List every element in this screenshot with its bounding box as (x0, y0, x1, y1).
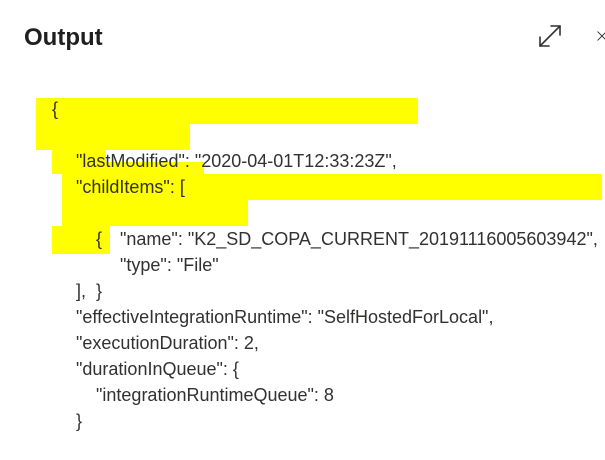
highlight-mark (36, 98, 418, 124)
json-line-text: ], (76, 281, 87, 301)
json-line: "type": "File" (22, 200, 605, 275)
json-line-text: "effectiveIntegrationRuntime": "SelfHost… (76, 307, 494, 327)
json-line-text: "executionDuration": 2, (76, 333, 259, 353)
json-line-text: "integrationRuntimeQueue": 8 (96, 385, 334, 405)
json-line: "lastModified": "2020-04-01T12:33:23Z", (22, 96, 605, 171)
panel-title: Output (24, 24, 103, 51)
json-line: "effectiveIntegrationRuntime": "SelfHost… (22, 278, 605, 327)
highlight-mark (62, 200, 248, 226)
json-line-text: "type": "File" (120, 255, 219, 275)
json-line-text: { (52, 99, 59, 119)
json-line: "childItems": [ (22, 122, 605, 197)
json-line-text: "childItems": [ (76, 177, 185, 197)
close-icon (597, 31, 605, 41)
json-line-text: { (96, 229, 103, 249)
highlight-mark (36, 122, 190, 150)
json-line-text: "durationInQueue": { (76, 359, 239, 379)
json-line-text: } (96, 281, 103, 301)
json-line: ], (22, 252, 605, 301)
expand-diagonal-icon (539, 25, 561, 47)
json-line-text: } (76, 411, 83, 431)
json-line-text: "name": "K2_SD_COPA_CURRENT_201911160056… (120, 229, 598, 249)
json-line-text: "lastModified": "2020-04-01T12:33:23Z", (76, 151, 397, 171)
expand-button[interactable] (534, 20, 566, 52)
json-output: { "lastModified": "2020-04-01T12:33:23Z"… (22, 70, 605, 431)
close-button[interactable] (596, 20, 605, 52)
json-line: { (22, 70, 605, 119)
